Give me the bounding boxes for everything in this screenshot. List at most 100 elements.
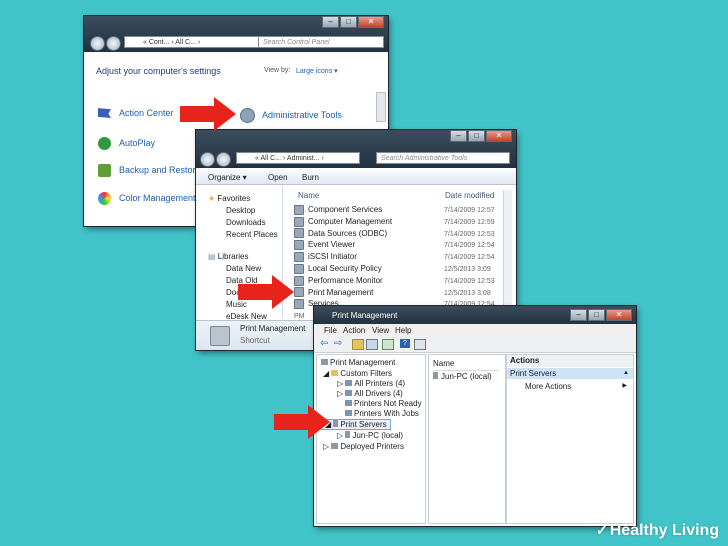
tree-print-servers[interactable]: ◢ Print Servers bbox=[321, 419, 391, 430]
maximize-button[interactable]: □ bbox=[588, 309, 605, 321]
shortcut-icon bbox=[294, 299, 304, 310]
cp-item-backup[interactable]: Backup and Restore bbox=[98, 164, 201, 177]
minimize-button[interactable]: – bbox=[322, 16, 339, 28]
cp-item-autoplay[interactable]: AutoPlay bbox=[98, 137, 155, 150]
close-button[interactable]: ✕ bbox=[358, 16, 384, 28]
minimize-button[interactable]: – bbox=[450, 130, 467, 142]
file-row[interactable]: Performance Monitor7/14/2009 12:53 PM bbox=[294, 275, 500, 297]
color-icon bbox=[98, 192, 111, 205]
shortcut-icon bbox=[294, 204, 304, 215]
minimize-button[interactable]: – bbox=[570, 309, 587, 321]
search-input[interactable]: Search Administrative Tools bbox=[376, 152, 510, 164]
back-button[interactable] bbox=[200, 152, 215, 167]
view-by-dropdown[interactable]: Large icons ▾ bbox=[296, 67, 338, 75]
file-list: Component Services7/14/2009 12:57 PMComp… bbox=[294, 204, 504, 320]
shortcut-icon bbox=[294, 228, 304, 239]
file-row[interactable]: Print Management12/5/2013 3:08 AM bbox=[294, 287, 500, 309]
file-name: Data Sources (ODBC) bbox=[308, 228, 388, 238]
back-arrow-icon[interactable]: ⇦ bbox=[320, 338, 328, 349]
cp-item-color-management[interactable]: Color Management bbox=[98, 192, 196, 205]
shortcut-icon bbox=[210, 326, 230, 346]
tree-label: Printers Not Ready bbox=[354, 399, 422, 408]
list-item[interactable]: Jun-PC (local) bbox=[433, 372, 492, 381]
tree-deployed-printers[interactable]: ▷ Deployed Printers bbox=[323, 442, 404, 451]
admin-tools-icon bbox=[240, 108, 255, 123]
forward-button[interactable] bbox=[106, 36, 121, 51]
file-name: Computer Management bbox=[308, 216, 393, 226]
cp-item-label: Administrative Tools bbox=[262, 109, 342, 120]
open-button[interactable]: Open bbox=[268, 173, 288, 182]
more-actions[interactable]: More Actions ▶ bbox=[525, 382, 629, 391]
nav-item-recent-places[interactable]: Recent Places bbox=[226, 230, 278, 239]
folder-icon bbox=[331, 370, 339, 376]
cp-item-action-center[interactable]: Action Center bbox=[98, 108, 174, 119]
file-row[interactable]: Data Sources (ODBC)7/14/2009 12:53 PM bbox=[294, 228, 500, 250]
autoplay-icon bbox=[98, 137, 111, 150]
window-controls: – □ ✕ bbox=[569, 309, 632, 321]
actions-group[interactable]: Print Servers ▲ bbox=[507, 368, 633, 379]
actions-header: Actions bbox=[507, 355, 633, 367]
list-pane: Name Jun-PC (local) bbox=[428, 354, 506, 524]
maximize-button[interactable]: □ bbox=[340, 16, 357, 28]
file-name: Component Services bbox=[308, 205, 383, 214]
nav-item-library[interactable]: Data New bbox=[226, 264, 261, 273]
libraries-header[interactable]: ▤ Libraries bbox=[208, 252, 248, 261]
tree-root[interactable]: Print Management bbox=[321, 358, 395, 367]
cp-item-administrative-tools[interactable]: Administrative Tools bbox=[240, 108, 342, 123]
cp-item-label: Action Center bbox=[119, 108, 174, 118]
properties-icon[interactable] bbox=[414, 339, 426, 350]
close-button[interactable]: ✕ bbox=[606, 309, 632, 321]
details-name: Print Management bbox=[240, 324, 306, 333]
forward-arrow-icon[interactable]: ⇨ bbox=[334, 338, 342, 349]
file-row[interactable]: Computer Management7/14/2009 12:59 PM bbox=[294, 216, 500, 238]
cp-scrollbar[interactable] bbox=[376, 92, 386, 122]
tree-filter-item[interactable]: ▷ All Drivers (4) bbox=[337, 389, 403, 398]
file-scrollbar[interactable] bbox=[503, 190, 512, 306]
forward-button[interactable] bbox=[216, 152, 231, 167]
show-tree-icon[interactable] bbox=[366, 339, 378, 350]
search-input[interactable]: Search Control Panel bbox=[258, 36, 384, 48]
cp-item-label: Color Management bbox=[119, 192, 196, 203]
filter-icon bbox=[345, 390, 353, 396]
list-header[interactable]: Name bbox=[433, 359, 499, 371]
file-name: Event Viewer bbox=[308, 240, 355, 250]
tree-custom-filters[interactable]: ◢ Custom Filters bbox=[323, 369, 392, 378]
close-button[interactable]: ✕ bbox=[486, 130, 512, 142]
menu-help[interactable]: Help bbox=[395, 326, 411, 335]
actions-group-label: Print Servers bbox=[510, 369, 557, 378]
file-row[interactable]: Component Services7/14/2009 12:57 PM bbox=[294, 204, 500, 226]
column-date-header[interactable]: Date modified bbox=[445, 191, 494, 200]
file-row[interactable]: Event Viewer7/14/2009 12:54 PM bbox=[294, 239, 500, 261]
tree-filter-item[interactable]: Printers Not Ready bbox=[345, 399, 422, 408]
cp-item-label: Backup and Restore bbox=[119, 164, 201, 175]
tree-server[interactable]: ▷ Jun-PC (local) bbox=[337, 431, 403, 440]
column-name-header[interactable]: Name bbox=[298, 191, 319, 200]
window-title: Print Management bbox=[332, 311, 398, 320]
tree-root-label: Print Management bbox=[330, 358, 396, 367]
help-icon[interactable]: ? bbox=[400, 339, 410, 348]
menu-file[interactable]: File bbox=[324, 326, 337, 335]
file-row[interactable]: iSCSI Initiator7/14/2009 12:54 PM bbox=[294, 251, 500, 273]
watermark-label: Healthy Living bbox=[609, 522, 720, 539]
menu-action[interactable]: Action bbox=[343, 326, 365, 335]
nav-item-desktop[interactable]: Desktop bbox=[226, 206, 255, 215]
menu-view[interactable]: View bbox=[372, 326, 389, 335]
tree-filter-item[interactable]: Printers With Jobs bbox=[345, 409, 419, 418]
backup-icon bbox=[98, 164, 111, 177]
back-button[interactable] bbox=[90, 36, 105, 51]
shortcut-icon bbox=[294, 287, 304, 298]
tree-filter-item[interactable]: ▷ All Printers (4) bbox=[337, 379, 405, 388]
export-icon[interactable] bbox=[382, 339, 394, 350]
address-bar[interactable]: « All C... › Administ... › bbox=[236, 152, 360, 164]
nav-item-downloads[interactable]: Downloads bbox=[226, 218, 266, 227]
filter-icon bbox=[345, 400, 352, 406]
filter-icon bbox=[345, 410, 352, 416]
file-row[interactable]: Local Security Policy12/5/2013 3:09 AM bbox=[294, 263, 500, 285]
printer-icon bbox=[321, 359, 328, 365]
burn-button[interactable]: Burn bbox=[302, 173, 319, 182]
maximize-button[interactable]: □ bbox=[468, 130, 485, 142]
printer-icon bbox=[331, 443, 339, 449]
organize-button[interactable]: Organize ▾ bbox=[208, 173, 247, 182]
folder-up-icon[interactable] bbox=[352, 339, 364, 350]
favorites-header[interactable]: ★ Favorites bbox=[208, 194, 250, 203]
